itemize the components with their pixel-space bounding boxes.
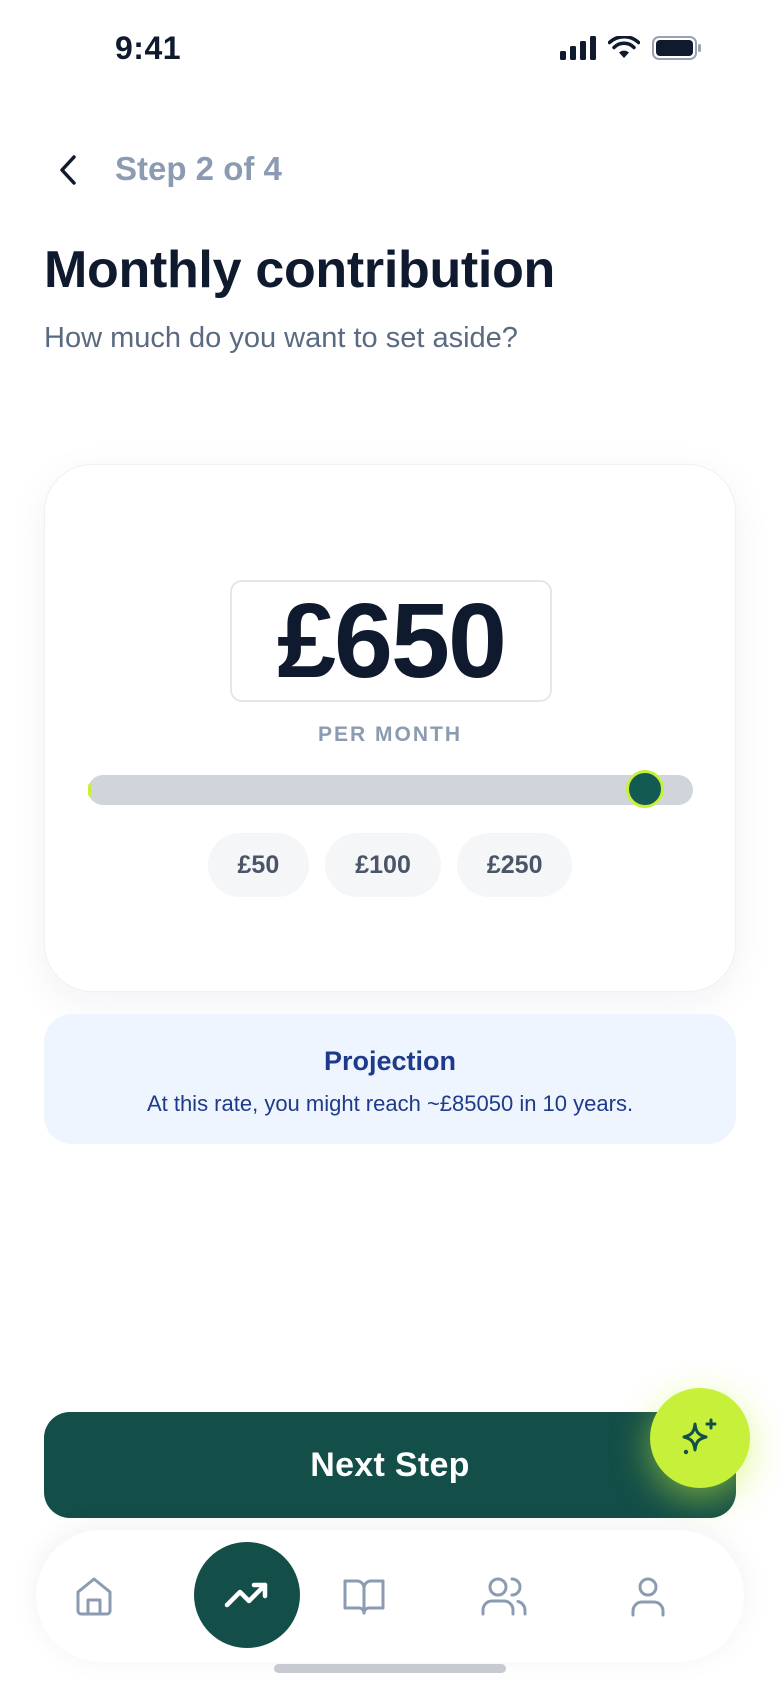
home-indicator	[274, 1664, 506, 1673]
battery-icon	[652, 36, 702, 65]
book-icon	[343, 1579, 385, 1615]
per-month-label: PER MONTH	[318, 723, 462, 746]
status-time: 9:41	[115, 30, 182, 66]
user-icon	[631, 1577, 665, 1617]
screen: 9:41 Step 2 of 4 Monthly contribution Ho…	[0, 0, 780, 1691]
preset-chip-100[interactable]: £100	[325, 833, 441, 897]
nav-learn[interactable]	[336, 1568, 392, 1624]
preset-amounts: £50 £100 £250	[45, 833, 735, 897]
page-title: Monthly contribution	[44, 241, 556, 299]
users-icon	[481, 1577, 527, 1616]
projection-text: At this rate, you might reach ~£85050 in…	[146, 1091, 634, 1116]
amount-value: £650	[277, 582, 507, 700]
step-indicator: Step 2 of 4	[115, 150, 282, 187]
projection-card: Projection At this rate, you might reach…	[44, 1014, 736, 1144]
chevron-left-icon	[60, 155, 76, 185]
preset-chip-50[interactable]: £50	[207, 833, 310, 897]
page-subtitle: How much do you want to set aside?	[44, 322, 518, 354]
next-step-button[interactable]: Next Step	[44, 1412, 736, 1518]
trending-up-icon	[224, 1582, 268, 1608]
slider-thumb[interactable]	[625, 770, 664, 808]
sparkle-icon	[682, 1418, 717, 1455]
preset-chip-250[interactable]: £250	[456, 833, 573, 897]
back-button[interactable]	[48, 150, 88, 190]
signal-icon	[560, 36, 596, 65]
nav-home[interactable]	[66, 1568, 122, 1624]
amount-slider[interactable]	[88, 770, 693, 808]
amount-input[interactable]: £650	[230, 580, 552, 702]
ai-assistant-button[interactable]	[650, 1388, 750, 1488]
status-bar: 9:41	[0, 0, 780, 100]
nav-community[interactable]	[476, 1568, 532, 1624]
wifi-icon	[607, 35, 641, 65]
slider-min-marker	[88, 783, 94, 797]
home-icon	[76, 1577, 112, 1616]
nav-invest[interactable]	[194, 1542, 300, 1648]
amount-card: £650 PER MONTH £50 £100 £250	[44, 464, 736, 992]
nav-profile[interactable]	[620, 1568, 676, 1624]
status-icons	[560, 35, 702, 65]
projection-title: Projection	[323, 1046, 457, 1076]
bottom-nav	[36, 1530, 744, 1662]
